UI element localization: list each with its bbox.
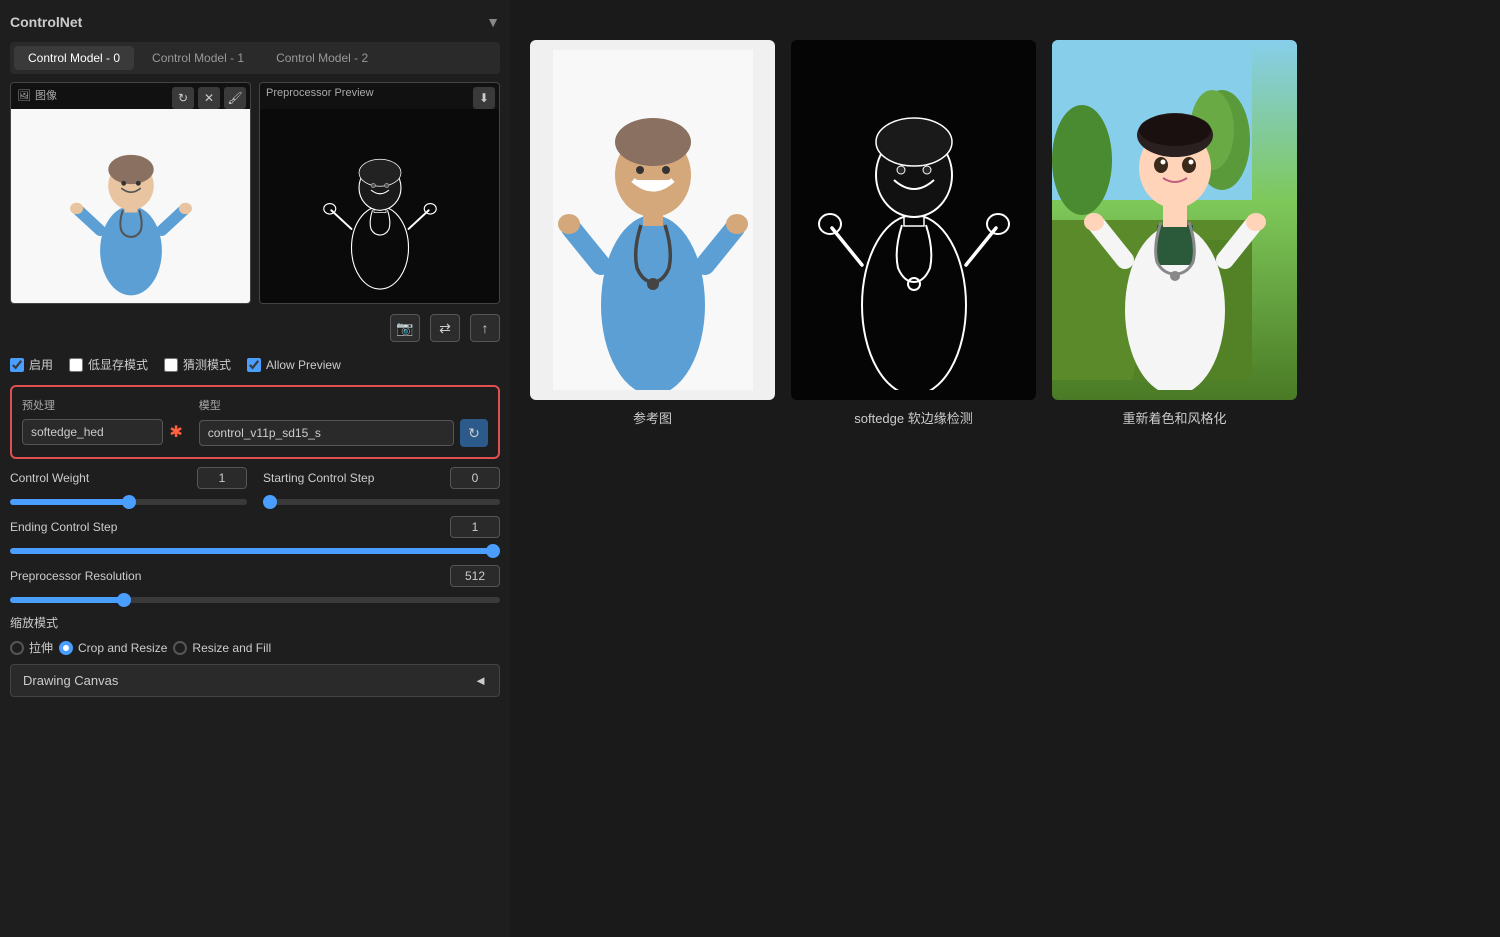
starting-step-header: Starting Control Step 0 bbox=[263, 467, 500, 489]
scale-crop-resize-dot bbox=[63, 645, 69, 651]
scale-stretch[interactable]: 拉伸 bbox=[10, 639, 53, 656]
preproc-resolution-label: Preprocessor Resolution bbox=[10, 569, 141, 583]
scale-crop-resize[interactable]: Crop and Resize bbox=[59, 639, 167, 656]
preprocessor-col: 预处理 softedge_hed ✱ bbox=[22, 397, 183, 447]
scale-resize-fill-radio bbox=[173, 641, 187, 655]
preproc-model-box: 预处理 softedge_hed ✱ 模型 control_v11p_sd15_… bbox=[10, 385, 500, 459]
brush-image-btn[interactable]: 🖌 bbox=[224, 87, 246, 109]
preprocessor-select-row: softedge_hed ✱ bbox=[22, 419, 183, 445]
control-weight-group: Control Weight 1 bbox=[10, 467, 247, 508]
softedge-display bbox=[260, 109, 499, 303]
nurse-large-svg bbox=[553, 50, 753, 390]
starting-step-value: 0 bbox=[450, 467, 500, 489]
dual-slider-row: Control Weight 1 Starting Control Step 0 bbox=[10, 467, 500, 508]
tab-control-model-1[interactable]: Control Model - 1 bbox=[138, 46, 258, 70]
checkbox-allow-preview[interactable]: Allow Preview bbox=[247, 358, 341, 372]
softedge-svg bbox=[320, 114, 440, 299]
starting-step-slider[interactable] bbox=[263, 499, 500, 505]
drawing-canvas-label: Drawing Canvas bbox=[23, 673, 118, 688]
preprocessor-controls: ⬇ bbox=[473, 87, 495, 109]
scale-mode-buttons: 拉伸 Crop and Resize Resize and Fill bbox=[10, 639, 500, 656]
scale-crop-resize-radio bbox=[59, 641, 73, 655]
gallery-caption-2: softedge 软边缘检测 bbox=[854, 408, 973, 427]
nurse-svg bbox=[66, 109, 196, 303]
starting-step-group: Starting Control Step 0 bbox=[263, 467, 500, 508]
anime-bg bbox=[1052, 40, 1297, 400]
scale-mode-section: 缩放模式 拉伸 Crop and Resize Resize and Fill bbox=[10, 614, 500, 656]
preproc-resolution-value: 512 bbox=[450, 565, 500, 587]
camera-action-btn[interactable]: 📷 bbox=[390, 314, 420, 342]
checkbox-guess-mode[interactable]: 猜测模式 bbox=[164, 356, 231, 373]
gallery-caption-1: 参考图 bbox=[633, 408, 672, 427]
ending-step-slider[interactable] bbox=[10, 548, 500, 554]
preproc-resolution-header: Preprocessor Resolution 512 bbox=[10, 565, 500, 587]
scale-stretch-radio bbox=[10, 641, 24, 655]
download-preview-btn[interactable]: ⬇ bbox=[473, 87, 495, 109]
control-weight-value: 1 bbox=[197, 467, 247, 489]
checkboxes-row: 启用 低显存模式 猜测模式 Allow Preview bbox=[10, 352, 500, 377]
gallery-softedge-img bbox=[791, 40, 1036, 400]
scale-mode-label: 缩放模式 bbox=[10, 614, 500, 631]
gallery-anime-img bbox=[1052, 40, 1297, 400]
panel-title: ControlNet bbox=[10, 14, 82, 30]
sliders-section: Control Weight 1 Starting Control Step 0… bbox=[10, 467, 500, 606]
softedge-large-bg bbox=[791, 40, 1036, 400]
preproc-resolution-slider[interactable] bbox=[10, 597, 500, 603]
panel-header: ControlNet ▼ bbox=[10, 10, 500, 34]
gallery-item-anime: 重新着色和风格化 bbox=[1052, 40, 1297, 427]
model-col: 模型 control_v11p_sd15_s ↻ bbox=[199, 397, 488, 447]
nurse-white-bg bbox=[530, 40, 775, 400]
swap-action-btn[interactable]: ⇄ bbox=[430, 314, 460, 342]
model-select-row: control_v11p_sd15_s ↻ bbox=[199, 419, 488, 447]
drawing-canvas-icon: ◄ bbox=[474, 673, 487, 688]
ending-step-group: Ending Control Step 1 bbox=[10, 516, 500, 557]
preproc-resolution-group: Preprocessor Resolution 512 bbox=[10, 565, 500, 606]
nurse-image-display bbox=[11, 109, 250, 303]
left-panel: ControlNet ▼ Control Model - 0 Control M… bbox=[0, 0, 510, 937]
panel-arrow[interactable]: ▼ bbox=[486, 14, 500, 30]
tab-control-model-0[interactable]: Control Model - 0 bbox=[14, 46, 134, 70]
preprocessor-label: Preprocessor Preview bbox=[266, 87, 374, 99]
gallery-item-nurse: 参考图 bbox=[530, 40, 775, 427]
softedge-large-svg bbox=[814, 50, 1014, 390]
gallery-item-softedge: softedge 软边缘检测 bbox=[791, 40, 1036, 427]
checkbox-enable[interactable]: 启用 bbox=[10, 356, 53, 373]
gallery-nurse-img bbox=[530, 40, 775, 400]
anime-character-svg bbox=[1075, 50, 1275, 390]
input-image-box[interactable]: 🖼 图像 ↻ ✕ 🖌 bbox=[10, 82, 251, 304]
preprocessor-preview-box[interactable]: Preprocessor Preview ⬇ bbox=[259, 82, 500, 304]
ending-step-value: 1 bbox=[450, 516, 500, 538]
right-panel: 参考图 bbox=[510, 0, 1500, 937]
control-weight-header: Control Weight 1 bbox=[10, 467, 247, 489]
scale-resize-fill[interactable]: Resize and Fill bbox=[173, 639, 271, 656]
action-row: 📷 ⇄ ↑ bbox=[10, 312, 500, 344]
image-box-controls: ↻ ✕ 🖌 bbox=[172, 87, 246, 109]
tabs-container: Control Model - 0 Control Model - 1 Cont… bbox=[10, 42, 500, 74]
ending-step-label: Ending Control Step bbox=[10, 520, 130, 534]
model-refresh-btn[interactable]: ↻ bbox=[460, 419, 488, 447]
model-label-text: 模型 bbox=[199, 397, 488, 413]
refresh-image-btn[interactable]: ↻ bbox=[172, 87, 194, 109]
gallery-caption-3: 重新着色和风格化 bbox=[1122, 408, 1226, 427]
gallery-row: 参考图 bbox=[530, 40, 1480, 427]
tab-control-model-2[interactable]: Control Model - 2 bbox=[262, 46, 382, 70]
preproc-model-row: 预处理 softedge_hed ✱ 模型 control_v11p_sd15_… bbox=[22, 397, 488, 447]
control-weight-slider[interactable] bbox=[10, 499, 247, 505]
preprocessor-label-text: 预处理 bbox=[22, 397, 183, 413]
images-row: 🖼 图像 ↻ ✕ 🖌 bbox=[10, 82, 500, 304]
model-select[interactable]: control_v11p_sd15_s bbox=[199, 420, 454, 446]
checkbox-low-vram[interactable]: 低显存模式 bbox=[69, 356, 148, 373]
control-weight-label: Control Weight bbox=[10, 471, 130, 485]
fire-icon: ✱ bbox=[169, 422, 182, 442]
image-box-label: 🖼 图像 bbox=[17, 87, 57, 103]
drawing-canvas-row[interactable]: Drawing Canvas ◄ bbox=[10, 664, 500, 697]
preprocessor-select[interactable]: softedge_hed bbox=[22, 419, 163, 445]
ending-step-header: Ending Control Step 1 bbox=[10, 516, 500, 538]
image-icon: 🖼 bbox=[17, 89, 31, 102]
close-image-btn[interactable]: ✕ bbox=[198, 87, 220, 109]
starting-step-label: Starting Control Step bbox=[263, 471, 383, 485]
upload-action-btn[interactable]: ↑ bbox=[470, 314, 500, 342]
